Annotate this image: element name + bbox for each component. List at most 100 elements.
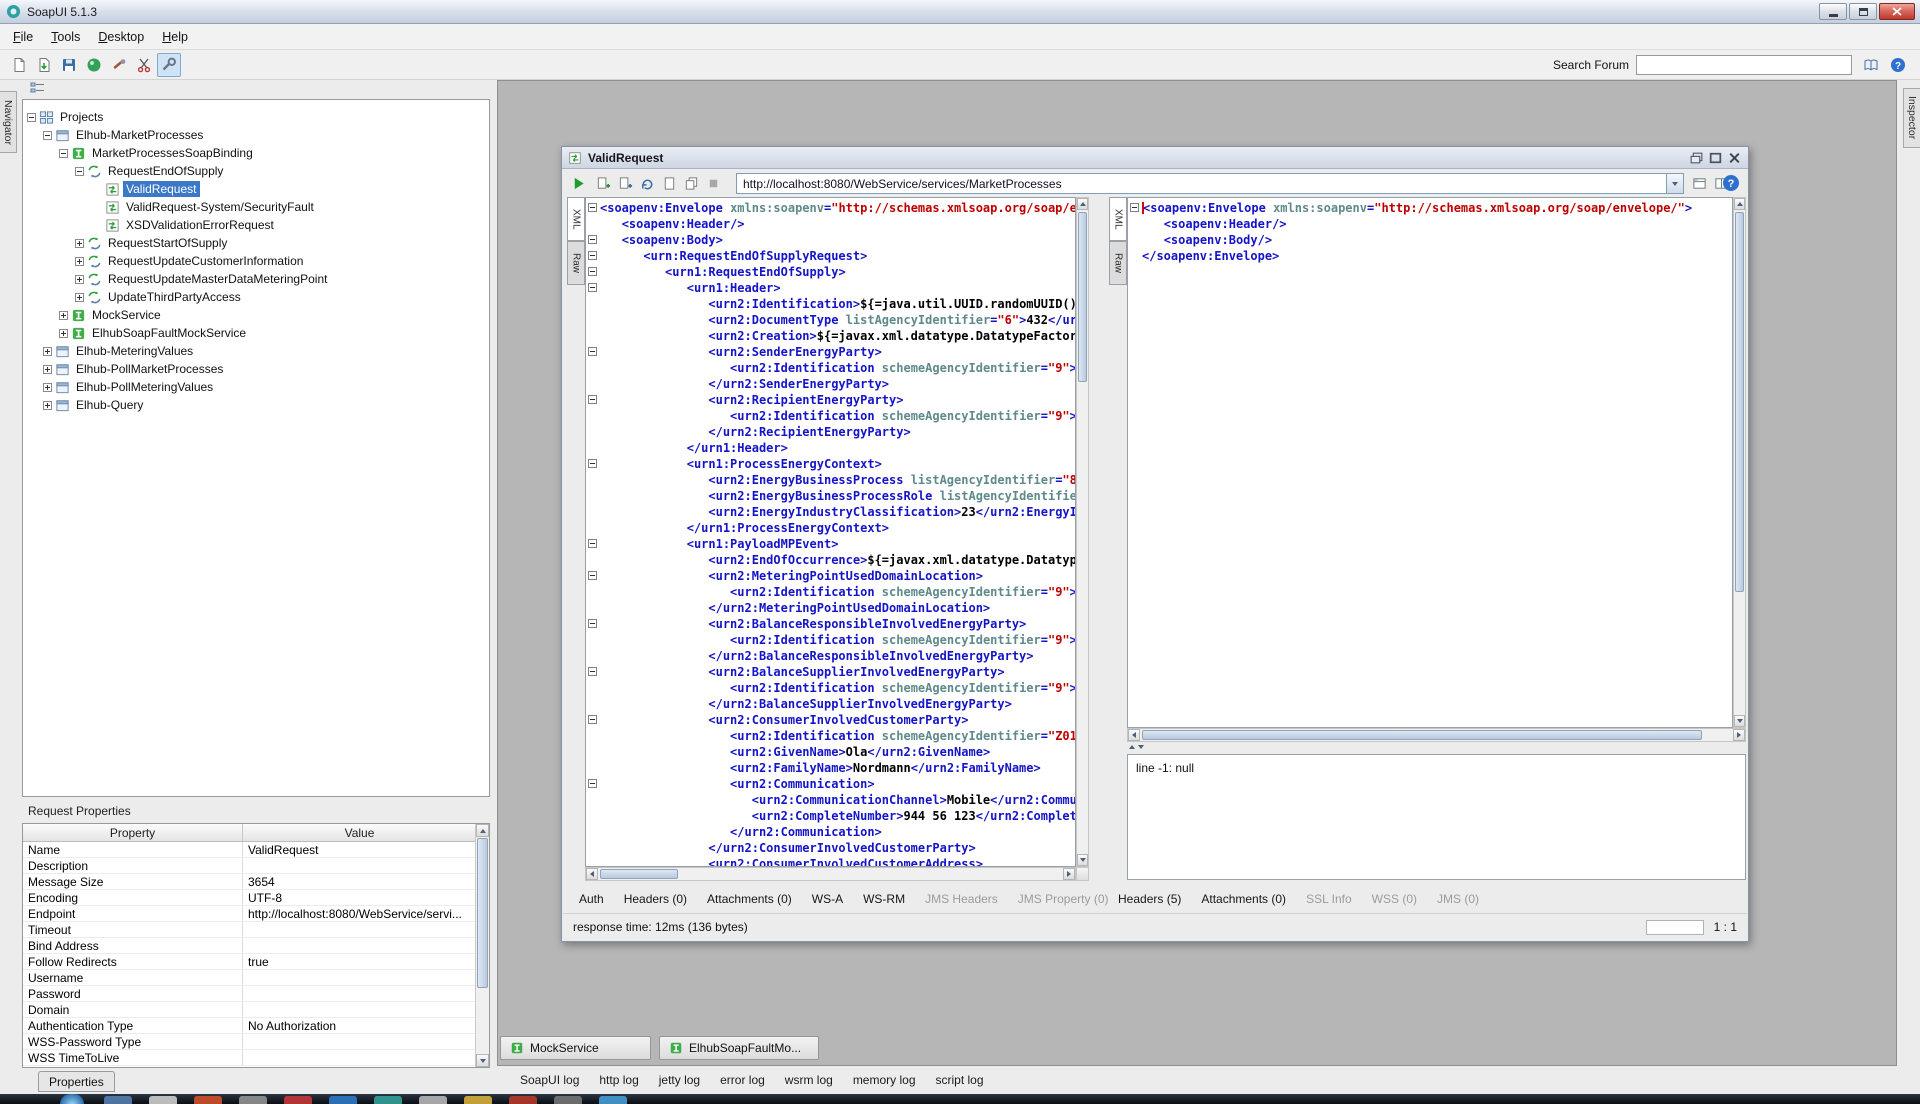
forum-book-icon[interactable] bbox=[1859, 53, 1883, 77]
taskbar-app-icon[interactable] bbox=[104, 1096, 132, 1104]
cancel-request-icon[interactable] bbox=[704, 174, 722, 192]
xml-line[interactable]: </urn2:ConsumerInvolvedCustomerParty> bbox=[586, 840, 1075, 856]
xml-line[interactable]: <urn2:Identification schemeAgencyIdentif… bbox=[586, 680, 1075, 696]
import-project-icon[interactable] bbox=[32, 53, 56, 77]
frame-titlebar[interactable]: ValidRequest bbox=[562, 147, 1748, 169]
menu-help[interactable]: Help bbox=[153, 26, 197, 48]
fold-collapse-icon[interactable] bbox=[588, 235, 597, 244]
property-row-domain[interactable]: Domain bbox=[23, 1002, 489, 1018]
fold-collapse-icon[interactable] bbox=[588, 715, 597, 724]
close-window-button[interactable] bbox=[1727, 151, 1742, 165]
fold-collapse-icon[interactable] bbox=[588, 619, 597, 628]
xml-line[interactable]: <urn2:EndOfOccurrence>${=javax.xml.datat… bbox=[586, 552, 1075, 568]
minimize-button[interactable] bbox=[1819, 3, 1847, 20]
taskbar-app-icon[interactable] bbox=[509, 1096, 537, 1104]
request-vertical-scrollbar[interactable] bbox=[1076, 197, 1089, 867]
property-row-username[interactable]: Username bbox=[23, 970, 489, 986]
scroll-left-icon[interactable] bbox=[1128, 729, 1140, 741]
taskbar-app-icon[interactable] bbox=[554, 1096, 582, 1104]
scroll-up-icon[interactable] bbox=[1734, 198, 1745, 210]
property-row-wss-timetolive[interactable]: WSS TimeToLive bbox=[23, 1050, 489, 1066]
property-row-follow-redirects[interactable]: Follow Redirectstrue bbox=[23, 954, 489, 970]
start-button[interactable] bbox=[60, 1094, 84, 1104]
toggle-expand-icon[interactable] bbox=[59, 329, 68, 338]
xml-line[interactable]: <urn2:Identification schemeAgencyIdentif… bbox=[586, 584, 1075, 600]
xml-line[interactable]: <urn2:Identification schemeAgencyIdentif… bbox=[586, 360, 1075, 376]
xml-line[interactable]: <urn2:BalanceSupplierInvolvedEnergyParty… bbox=[586, 664, 1075, 680]
toggle-expand-icon[interactable] bbox=[75, 293, 84, 302]
xml-line[interactable]: <urn2:EnergyIndustryClassification>23</u… bbox=[586, 504, 1075, 520]
toggle-expand-icon[interactable] bbox=[43, 365, 52, 374]
fold-collapse-icon[interactable] bbox=[588, 283, 597, 292]
property-row-authentication-type[interactable]: Authentication TypeNo Authorization bbox=[23, 1018, 489, 1034]
tree-item-marketprocessessoapbinding[interactable]: MarketProcessesSoapBinding bbox=[23, 144, 489, 162]
taskbar-app-icon[interactable] bbox=[419, 1096, 447, 1104]
tree-item-requestupdatecustomerinformation[interactable]: RequestUpdateCustomerInformation bbox=[23, 252, 489, 270]
scroll-left-icon[interactable] bbox=[586, 868, 598, 880]
tree-item-mockservice[interactable]: MockService bbox=[23, 306, 489, 324]
tree-item-requeststartofsupply[interactable]: RequestStartOfSupply bbox=[23, 234, 489, 252]
toggle-expand-icon[interactable] bbox=[43, 401, 52, 410]
property-row-wss-password-type[interactable]: WSS-Password Type bbox=[23, 1034, 489, 1050]
minimized-window-elhubsoapfault[interactable]: ElhubSoapFaultMo... bbox=[659, 1036, 819, 1060]
inspector-tab[interactable]: Inspector bbox=[1903, 88, 1920, 148]
help-icon[interactable]: ? bbox=[1886, 53, 1910, 77]
toggle-collapse-icon[interactable] bbox=[75, 167, 84, 176]
scroll-up-icon[interactable] bbox=[1077, 198, 1088, 210]
log-tab-jetty-log[interactable]: jetty log bbox=[650, 1069, 709, 1091]
xml-line[interactable]: <soapenv:Body> bbox=[586, 232, 1075, 248]
maximize-button[interactable] bbox=[1849, 3, 1877, 20]
property-row-message-size[interactable]: Message Size3654 bbox=[23, 874, 489, 890]
editor-tab-raw[interactable]: Raw bbox=[567, 241, 585, 285]
editor-tab-xml[interactable]: XML bbox=[1109, 197, 1127, 241]
scroll-right-icon[interactable] bbox=[1063, 868, 1075, 880]
xml-line[interactable]: </soapenv:Envelope> bbox=[1128, 248, 1732, 264]
close-button[interactable] bbox=[1879, 3, 1915, 20]
menu-tools[interactable]: Tools bbox=[42, 26, 89, 48]
taskbar-app-icon[interactable] bbox=[464, 1096, 492, 1104]
xml-line[interactable]: </urn1:Header> bbox=[586, 440, 1075, 456]
properties-tab[interactable]: Properties bbox=[38, 1071, 115, 1092]
cut-icon[interactable] bbox=[132, 53, 156, 77]
xml-line[interactable]: </urn1:ProcessEnergyContext> bbox=[586, 520, 1075, 536]
tree-options-icon[interactable] bbox=[30, 81, 46, 95]
help-button[interactable]: ? bbox=[1722, 174, 1740, 192]
xml-line[interactable]: <urn2:Identification schemeAgencyIdentif… bbox=[586, 632, 1075, 648]
xml-line[interactable]: <urn2:Identification schemeAgencyIdentif… bbox=[586, 728, 1075, 744]
tab-layout-icon[interactable] bbox=[1690, 174, 1708, 192]
create-empty-icon[interactable] bbox=[660, 174, 678, 192]
editor-tab-xml[interactable]: XML bbox=[567, 197, 585, 241]
detach-window-button[interactable] bbox=[1689, 151, 1704, 165]
xml-line[interactable]: <urn2:BalanceResponsibleInvolvedEnergyPa… bbox=[586, 616, 1075, 632]
log-tab-soapui-log[interactable]: SoapUI log bbox=[511, 1069, 588, 1091]
xml-line[interactable]: <urn1:Header> bbox=[586, 280, 1075, 296]
request-tab-ws-rm[interactable]: WS-RM bbox=[854, 888, 914, 910]
endpoint-combobox[interactable]: http://localhost:8080/WebService/service… bbox=[736, 173, 1684, 194]
xml-line[interactable]: </urn2:RecipientEnergyParty> bbox=[586, 424, 1075, 440]
submit-request-button[interactable] bbox=[568, 173, 588, 193]
toggle-expand-icon[interactable] bbox=[75, 275, 84, 284]
fold-collapse-icon[interactable] bbox=[588, 267, 597, 276]
response-vertical-scrollbar[interactable] bbox=[1733, 197, 1746, 728]
log-tab-http-log[interactable]: http log bbox=[590, 1069, 647, 1091]
collapse-up-icon[interactable] bbox=[1129, 745, 1135, 749]
xml-line[interactable]: <urn2:SenderEnergyParty> bbox=[586, 344, 1075, 360]
tree-item-updatethirdpartyaccess[interactable]: UpdateThirdPartyAccess bbox=[23, 288, 489, 306]
add-to-testcase-icon[interactable] bbox=[594, 174, 612, 192]
xml-line[interactable]: </urn2:Communication> bbox=[586, 824, 1075, 840]
xml-line[interactable]: <soapenv:Envelope xmlns:soapenv="http://… bbox=[1128, 200, 1732, 216]
scrollbar-thumb[interactable] bbox=[600, 869, 678, 879]
tree-item-requestupdatemasterdatameteringpoint[interactable]: RequestUpdateMasterDataMeteringPoint bbox=[23, 270, 489, 288]
chevron-down-icon[interactable] bbox=[1666, 174, 1683, 193]
scroll-down-icon[interactable] bbox=[476, 1054, 489, 1067]
minimized-window-mockservice[interactable]: MockService bbox=[500, 1036, 651, 1060]
tree-item-requestendofsupply[interactable]: RequestEndOfSupply bbox=[23, 162, 489, 180]
response-horizontal-scrollbar[interactable] bbox=[1127, 728, 1746, 742]
taskbar-app-icon[interactable] bbox=[374, 1096, 402, 1104]
scroll-down-icon[interactable] bbox=[1077, 854, 1088, 866]
scrollbar-thumb[interactable] bbox=[1735, 212, 1744, 592]
tree-item-projects[interactable]: Projects bbox=[23, 108, 489, 126]
log-tab-script-log[interactable]: script log bbox=[927, 1069, 993, 1091]
tree-item-xsdvalidationerrorrequest[interactable]: XSDValidationErrorRequest bbox=[23, 216, 489, 234]
window-titlebar[interactable]: SoapUI 5.1.3 bbox=[0, 0, 1920, 24]
